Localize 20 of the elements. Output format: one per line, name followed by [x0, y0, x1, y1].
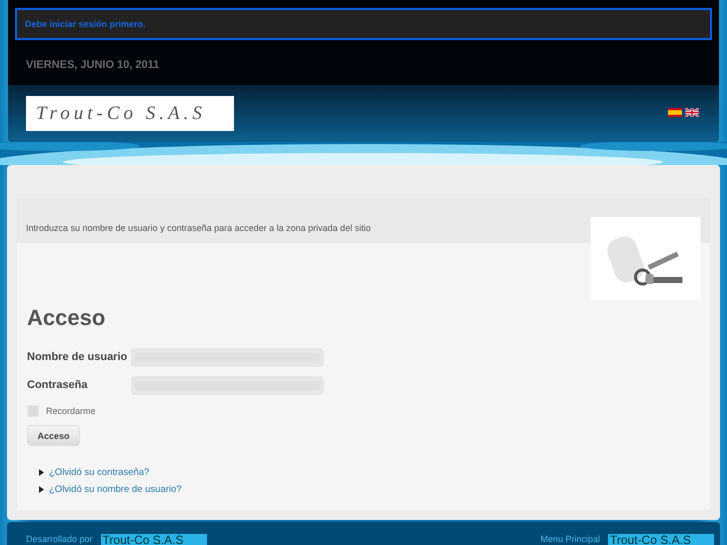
- flag-icon[interactable]: [668, 108, 682, 116]
- logo: Trout-Co S.A.S: [26, 96, 234, 131]
- footer-logo[interactable]: Trout-Co S.A.S: [100, 534, 207, 545]
- flag-icon[interactable]: [685, 108, 699, 116]
- field-label: Contraseña: [27, 379, 89, 391]
- checkbox[interactable]: [27, 405, 39, 417]
- date-text: VIERNES, JUNIO 10, 2011: [26, 59, 160, 73]
- forgot-link[interactable]: ¿Olvidó su contraseña?: [49, 467, 150, 478]
- checkbox-label: Recordarme: [46, 406, 96, 416]
- login-button[interactable]: Acceso: [27, 425, 80, 446]
- forgot-link[interactable]: ¿Olvidó su nombre de usuario?: [49, 484, 182, 495]
- bullet-icon: [39, 486, 44, 493]
- footer-link[interactable]: Menu Principal: [540, 534, 600, 544]
- bullet-icon: [39, 469, 44, 476]
- footer-logo[interactable]: Trout-Co S.A.S: [608, 534, 714, 545]
- footer-text: Desarrollado por: [26, 534, 93, 544]
- field-label: Nombre de usuario: [27, 351, 127, 363]
- alert-message: Debe iniciar sesión primero.: [25, 19, 146, 29]
- login-title: Acceso: [27, 305, 106, 331]
- intro-text: Introduzca su nombre de usuario y contraseña para acceder a la zona privada del sitio: [26, 223, 371, 233]
